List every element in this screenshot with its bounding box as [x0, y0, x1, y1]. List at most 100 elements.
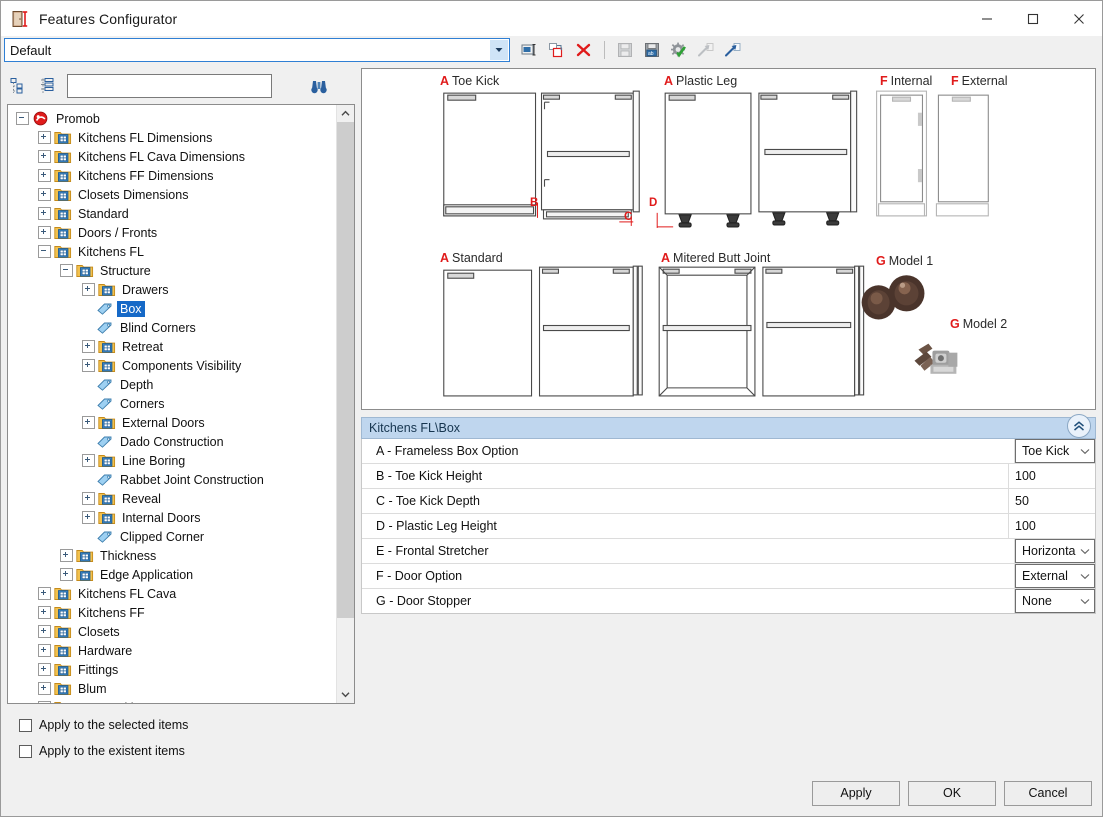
expand-plus-icon[interactable] [38, 131, 51, 144]
property-row[interactable]: G - Door Stopper None [362, 589, 1095, 613]
tree-item-reveal[interactable]: Reveal [8, 489, 336, 508]
property-text-input[interactable]: 50 [1009, 489, 1095, 513]
expand-plus-icon[interactable] [82, 283, 95, 296]
tree-item-kitchens-fl-cava-dimensions[interactable]: Kitchens FL Cava Dimensions [8, 147, 336, 166]
property-dropdown[interactable]: Horizonta [1015, 539, 1095, 563]
tree-item-line-boring[interactable]: Line Boring [8, 451, 336, 470]
collapse-minus-icon[interactable] [60, 264, 73, 277]
tree-item-fittings[interactable]: Fittings [8, 660, 336, 679]
gear-check-icon[interactable] [667, 38, 691, 62]
apply-selected-items-checkbox[interactable] [19, 718, 32, 732]
tree-item-drawers[interactable]: Drawers [8, 280, 336, 299]
property-row[interactable]: A - Frameless Box Option Toe Kick [362, 439, 1095, 464]
property-text-input[interactable]: 100 [1009, 464, 1095, 488]
configuration-combobox[interactable]: Default [4, 38, 510, 62]
expand-plus-icon[interactable] [38, 663, 51, 676]
collapse-tree-icon[interactable] [7, 75, 29, 97]
double-chevron-up-icon[interactable] [1067, 414, 1091, 438]
tree-item-depth[interactable]: Depth [8, 375, 336, 394]
expand-plus-icon[interactable] [38, 188, 51, 201]
tree-vertical-scrollbar[interactable] [336, 105, 354, 703]
tree-item-standard[interactable]: Standard [8, 204, 336, 223]
tree-item-kitchens-fl[interactable]: Kitchens FL [8, 242, 336, 261]
expand-plus-icon[interactable] [82, 454, 95, 467]
expand-tree-icon[interactable] [37, 75, 59, 97]
delete-x-icon[interactable] [572, 38, 596, 62]
expand-plus-icon[interactable] [82, 416, 95, 429]
maximize-button[interactable] [1010, 1, 1056, 36]
tree-item-composition[interactable]: Composition [8, 698, 336, 703]
tree-item-kitchens-fl-dimensions[interactable]: Kitchens FL Dimensions [8, 128, 336, 147]
scroll-down-icon[interactable] [337, 686, 354, 703]
tree-item-hardware[interactable]: Hardware [8, 641, 336, 660]
property-row[interactable]: C - Toe Kick Depth 50 [362, 489, 1095, 514]
expand-plus-icon[interactable] [82, 359, 95, 372]
binoculars-icon[interactable] [306, 74, 332, 98]
tree-item-closets-dimensions[interactable]: Closets Dimensions [8, 185, 336, 204]
chevron-down-icon[interactable] [1080, 569, 1090, 583]
tree-item-internal-doors[interactable]: Internal Doors [8, 508, 336, 527]
tree-search-input[interactable] [67, 74, 272, 98]
expand-plus-icon[interactable] [60, 549, 73, 562]
expand-plus-icon[interactable] [38, 169, 51, 182]
expand-plus-icon[interactable] [82, 492, 95, 505]
tree-item-structure[interactable]: Structure [8, 261, 336, 280]
chevron-down-icon[interactable] [1080, 594, 1090, 608]
expand-plus-icon[interactable] [82, 511, 95, 524]
tree-item-corners[interactable]: Corners [8, 394, 336, 413]
apply-selected-items-row[interactable]: Apply to the selected items [19, 712, 355, 738]
apply-existent-items-checkbox[interactable] [19, 744, 32, 758]
property-row[interactable]: D - Plastic Leg Height 100 [362, 514, 1095, 539]
expand-plus-icon[interactable] [82, 340, 95, 353]
expand-plus-icon[interactable] [38, 625, 51, 638]
tree-item-clipped-corner[interactable]: Clipped Corner [8, 527, 336, 546]
expand-plus-icon[interactable] [38, 207, 51, 220]
expand-plus-icon[interactable] [60, 568, 73, 581]
expand-plus-icon[interactable] [38, 682, 51, 695]
ok-button[interactable]: OK [908, 780, 996, 806]
tree-item-kitchens-ff[interactable]: Kitchens FF [8, 603, 336, 622]
tree-item-thickness[interactable]: Thickness [8, 546, 336, 565]
tree-item-promob[interactable]: Promob [8, 109, 336, 128]
expand-plus-icon[interactable] [38, 587, 51, 600]
tree-item-rabbet-joint-construction[interactable]: Rabbet Joint Construction [8, 470, 336, 489]
tree-item-retreat[interactable]: Retreat [8, 337, 336, 356]
property-text-input[interactable]: 100 [1009, 514, 1095, 538]
tree-item-blum[interactable]: Blum [8, 679, 336, 698]
tree-item-closets[interactable]: Closets [8, 622, 336, 641]
chevron-down-icon[interactable] [490, 40, 508, 60]
export-arrow-icon[interactable] [721, 38, 745, 62]
expand-plus-icon[interactable] [38, 606, 51, 619]
apply-button[interactable]: Apply [812, 780, 900, 806]
minimize-button[interactable] [964, 1, 1010, 36]
chevron-down-icon[interactable] [1080, 544, 1090, 558]
tree-item-dado-construction[interactable]: Dado Construction [8, 432, 336, 451]
scrollbar-thumb[interactable] [337, 122, 354, 619]
property-dropdown[interactable]: External [1015, 564, 1095, 588]
expand-plus-icon[interactable] [38, 701, 51, 703]
save-as-icon[interactable]: ab [640, 38, 664, 62]
scrollbar-track[interactable] [337, 122, 354, 686]
cancel-button[interactable]: Cancel [1004, 780, 1092, 806]
property-row[interactable]: E - Frontal Stretcher Horizonta [362, 539, 1095, 564]
property-row[interactable]: F - Door Option External [362, 564, 1095, 589]
rename-icon[interactable] [518, 38, 542, 62]
tree-item-edge-application[interactable]: Edge Application [8, 565, 336, 584]
property-row[interactable]: B - Toe Kick Height 100 [362, 464, 1095, 489]
tree-item-doors-fronts[interactable]: Doors / Fronts [8, 223, 336, 242]
expand-plus-icon[interactable] [38, 226, 51, 239]
tree-item-box[interactable]: Box [8, 299, 336, 318]
chevron-down-icon[interactable] [1080, 444, 1090, 458]
apply-existent-items-row[interactable]: Apply to the existent items [19, 738, 355, 764]
close-button[interactable] [1056, 1, 1102, 36]
property-grid[interactable]: A - Frameless Box Option Toe Kick B - Toe … [361, 439, 1096, 614]
expand-plus-icon[interactable] [38, 150, 51, 163]
tree-item-blind-corners[interactable]: Blind Corners [8, 318, 336, 337]
property-dropdown[interactable]: None [1015, 589, 1095, 613]
feature-tree[interactable]: Promob Kitchens FL Dimensions Kitchens FL … [8, 105, 336, 703]
tree-item-kitchens-ff-dimensions[interactable]: Kitchens FF Dimensions [8, 166, 336, 185]
tree-item-external-doors[interactable]: External Doors [8, 413, 336, 432]
collapse-minus-icon[interactable] [16, 112, 29, 125]
scroll-up-icon[interactable] [337, 105, 354, 122]
tree-item-kitchens-fl-cava[interactable]: Kitchens FL Cava [8, 584, 336, 603]
